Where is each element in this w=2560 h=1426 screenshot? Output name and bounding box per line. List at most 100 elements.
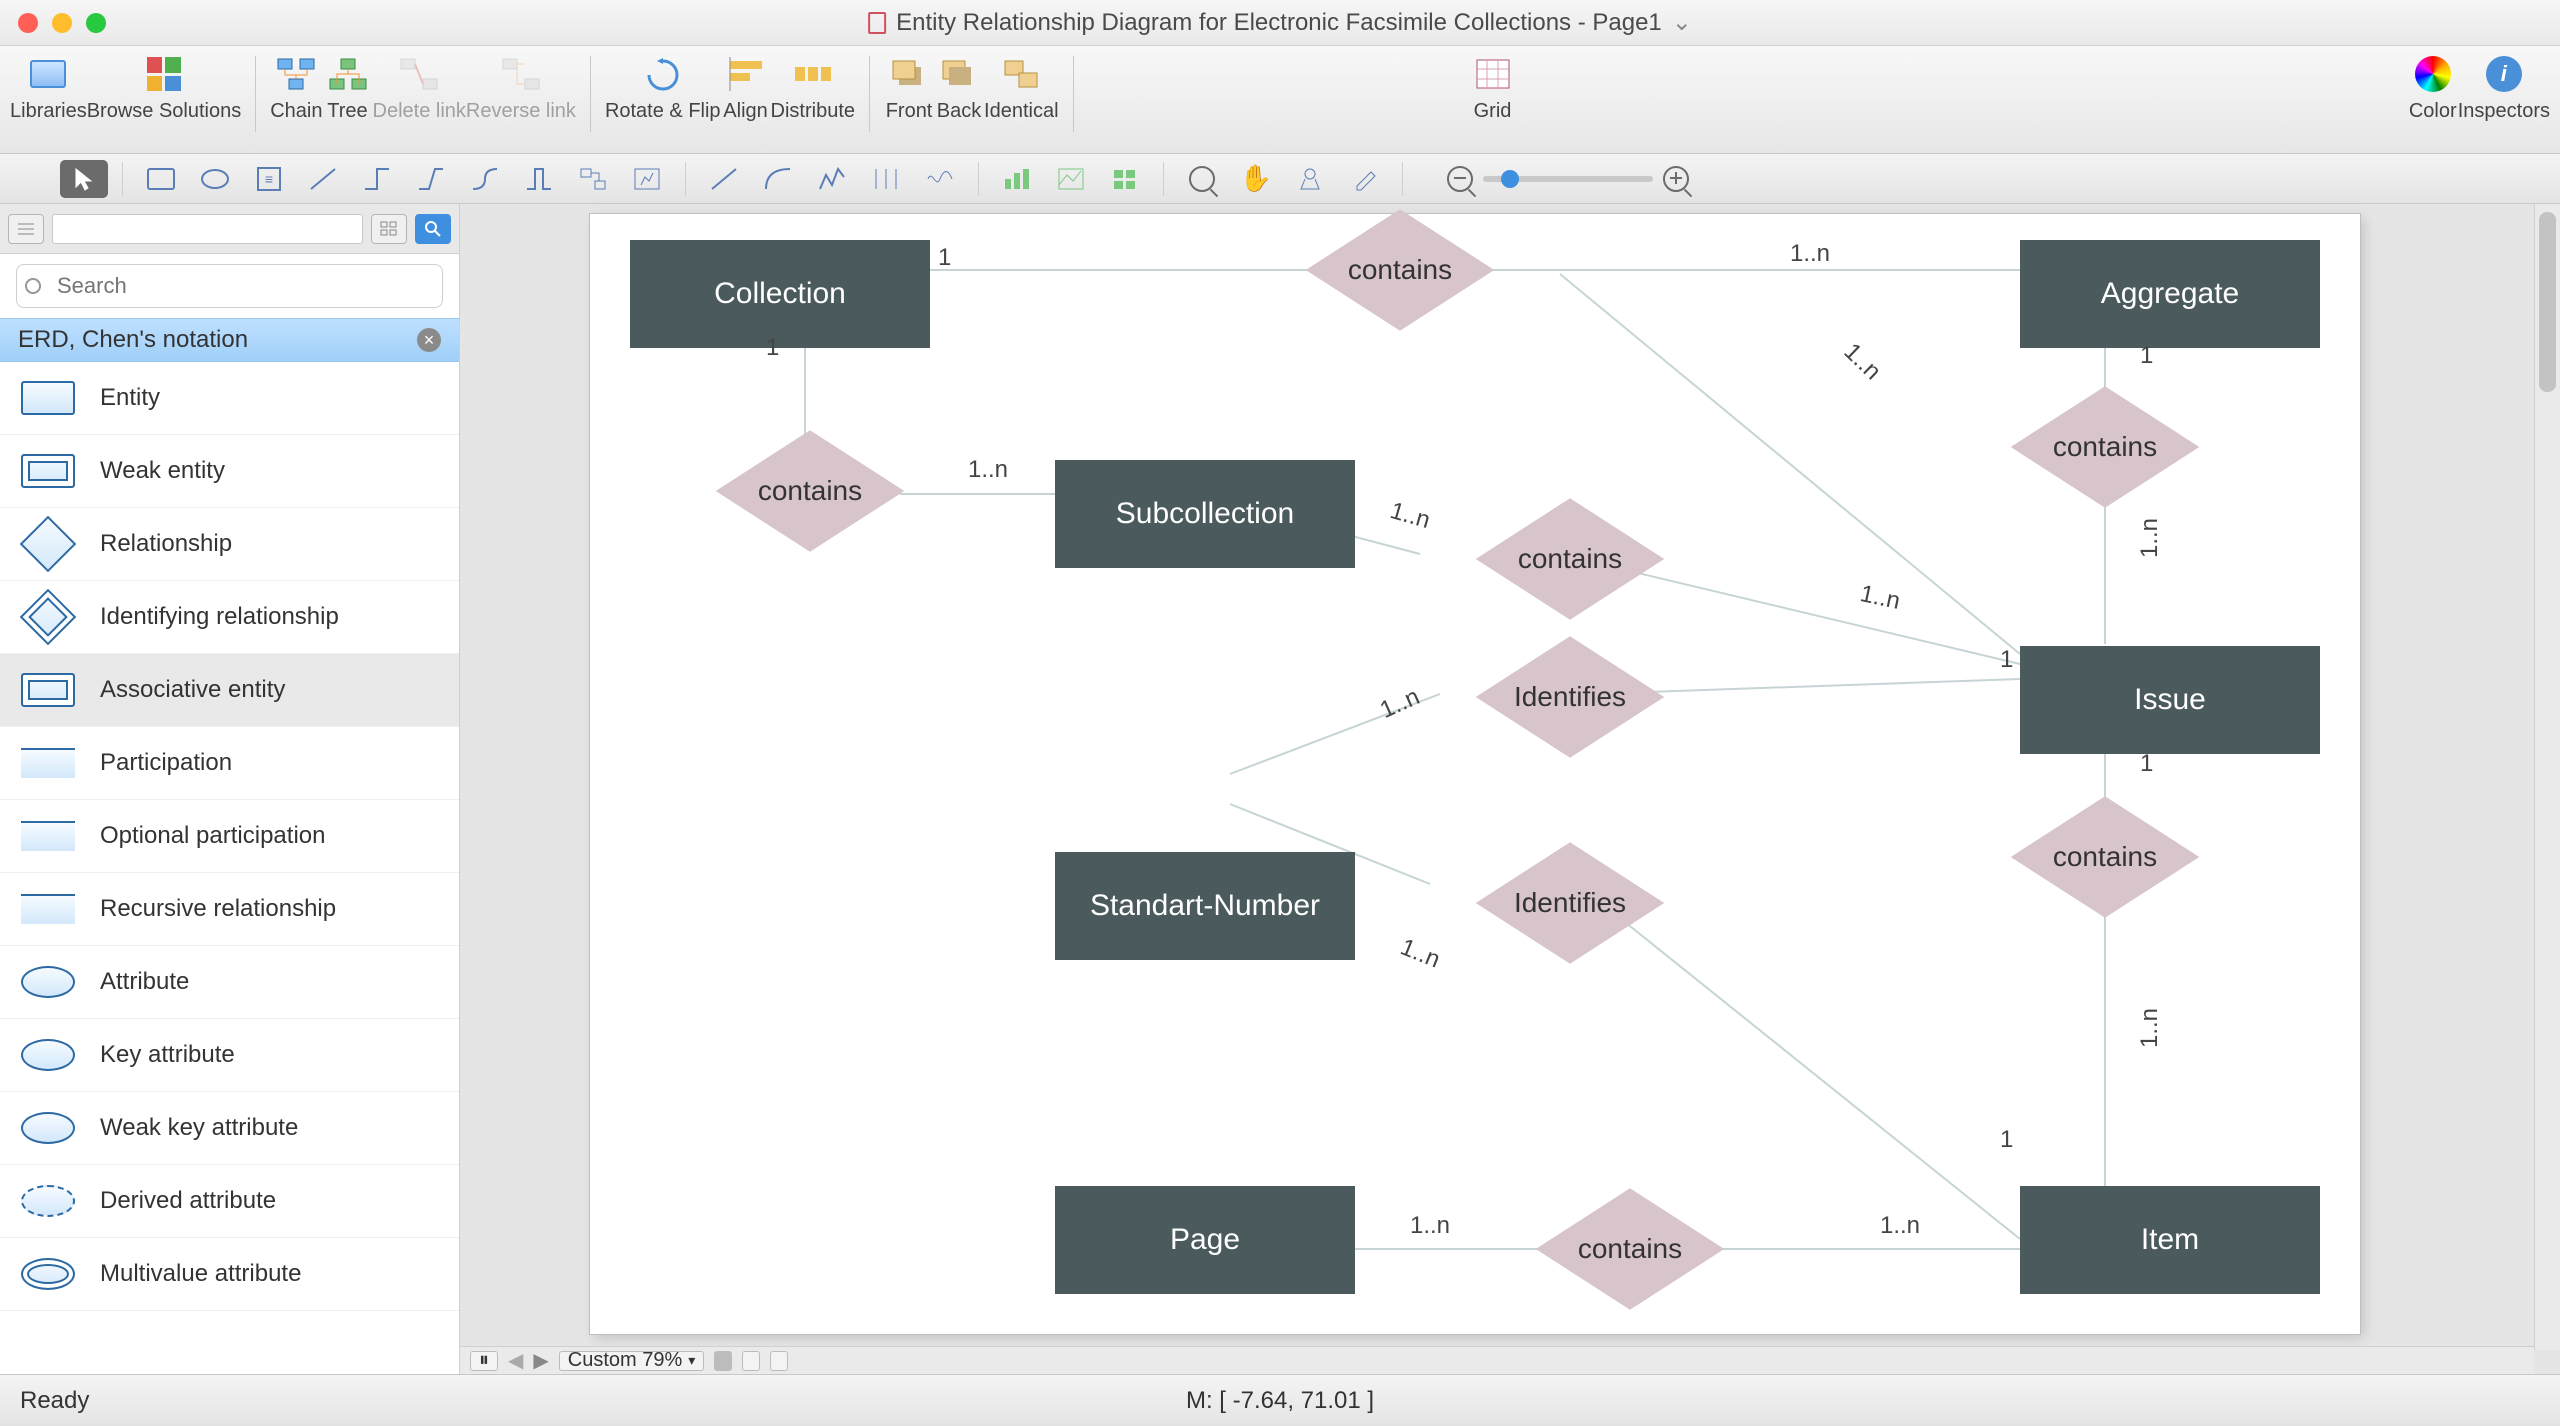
rotate-flip-button[interactable]: Rotate & Flip — [605, 52, 721, 123]
entity-subcollection[interactable]: Subcollection — [1055, 460, 1355, 568]
rel-contains-4[interactable]: contains — [1500, 516, 1640, 602]
insert-tool[interactable] — [623, 160, 671, 198]
libraries-button[interactable]: Libraries — [10, 52, 87, 123]
zoom-out-icon[interactable] — [1447, 166, 1473, 192]
eyedropper-tool[interactable] — [1340, 160, 1388, 198]
pointer-tool[interactable] — [60, 160, 108, 198]
identical-button[interactable]: Identical — [984, 52, 1059, 123]
color-button[interactable]: Color — [2408, 52, 2458, 123]
line-tool-1[interactable] — [700, 160, 748, 198]
sidebar-tab-outline[interactable] — [8, 214, 44, 244]
sidebar-item-entity[interactable]: Entity — [0, 362, 459, 435]
rel-contains-3[interactable]: contains — [2035, 404, 2175, 490]
line-tool-5[interactable] — [916, 160, 964, 198]
tree-button[interactable]: Tree — [323, 52, 373, 123]
inspectors-button[interactable]: i Inspectors — [2458, 52, 2550, 123]
close-category-icon[interactable]: × — [417, 328, 441, 352]
canvas-area[interactable]: Collection Aggregate Subcollection Issue… — [460, 204, 2560, 1374]
sidebar-tab-grid[interactable] — [371, 214, 407, 244]
search-input[interactable] — [16, 264, 443, 308]
sidebar-item-label: Entity — [100, 384, 160, 412]
reverse-link-label: Reverse link — [466, 100, 576, 123]
chart-tool-2[interactable] — [1047, 160, 1095, 198]
sidebar-item-weak-key-attribute[interactable]: Weak key attribute — [0, 1092, 459, 1165]
entity-aggregate[interactable]: Aggregate — [2020, 240, 2320, 348]
sidebar-item-key-attribute[interactable]: Key attribute — [0, 1019, 459, 1092]
sidebar-item-multivalue-attribute[interactable]: Multivalue attribute — [0, 1238, 459, 1311]
entity-page[interactable]: Page — [1055, 1186, 1355, 1294]
sidebar-item-identifying-relationship[interactable]: Identifying relationship — [0, 581, 459, 654]
chart-tool-1[interactable] — [993, 160, 1041, 198]
rel-contains-1[interactable]: contains — [1330, 227, 1470, 313]
rel-identifies-2[interactable]: Identifies — [1500, 860, 1640, 946]
connector-tool-4[interactable] — [461, 160, 509, 198]
zoom-level-selector[interactable]: Custom 79% ▾ — [559, 1351, 705, 1371]
sidebar-item-relationship[interactable]: Relationship — [0, 508, 459, 581]
connector-tool-2[interactable] — [353, 160, 401, 198]
color-label: Color — [2409, 100, 2457, 123]
distribute-button[interactable]: Distribute — [771, 52, 855, 123]
sidebar-item-label: Weak key attribute — [100, 1114, 298, 1142]
sidebar-item-associative-entity[interactable]: Associative entity — [0, 654, 459, 727]
zoom-in-tool[interactable] — [1178, 160, 1226, 198]
title-dropdown-icon[interactable]: ⌄ — [1672, 8, 1692, 37]
connector-tool-3[interactable] — [407, 160, 455, 198]
chain-button[interactable]: Chain — [270, 52, 322, 123]
line-tool-2[interactable] — [754, 160, 802, 198]
line-tool-4[interactable] — [862, 160, 910, 198]
sidebar-item-optional-participation[interactable]: Optional participation — [0, 800, 459, 873]
status-bar: Ready M: [ -7.64, 71.01 ] — [0, 1374, 2560, 1426]
entity-issue[interactable]: Issue — [2020, 646, 2320, 754]
pan-tool[interactable]: ✋ — [1232, 160, 1280, 198]
document-icon — [868, 12, 886, 34]
sidebar-item-attribute[interactable]: Attribute — [0, 946, 459, 1019]
grid-button[interactable]: Grid — [1468, 52, 1518, 123]
back-button[interactable]: Back — [934, 52, 984, 123]
vertical-scrollbar[interactable] — [2534, 204, 2560, 1350]
sidebar-item-weak-entity[interactable]: Weak entity — [0, 435, 459, 508]
rel-contains-2[interactable]: contains — [740, 448, 880, 534]
ellipse-tool[interactable] — [191, 160, 239, 198]
minimize-window-button[interactable] — [52, 13, 72, 33]
rel-contains-5[interactable]: contains — [2035, 814, 2175, 900]
connector-tool-1[interactable] — [299, 160, 347, 198]
pause-button[interactable]: ⏸ — [470, 1351, 498, 1371]
sidebar-item-recursive-relationship[interactable]: Recursive relationship — [0, 873, 459, 946]
page-thumb-2[interactable] — [742, 1351, 760, 1371]
page-thumb-1[interactable] — [714, 1351, 732, 1371]
shape-preview-icon — [18, 814, 78, 858]
card-4: 1 — [2140, 342, 2153, 370]
entity-collection[interactable]: Collection — [630, 240, 930, 348]
connector-tool-5[interactable] — [515, 160, 563, 198]
front-button[interactable]: Front — [884, 52, 934, 123]
main-toolbar: Libraries Browse Solutions Chain Tree De… — [0, 46, 2560, 154]
sidebar-item-participation[interactable]: Participation — [0, 727, 459, 800]
rel-contains-6[interactable]: contains — [1560, 1206, 1700, 1292]
rect-tool[interactable] — [137, 160, 185, 198]
maximize-window-button[interactable] — [86, 13, 106, 33]
delete-link-button[interactable]: Delete link — [373, 52, 466, 123]
text-tool[interactable]: ≡ — [245, 160, 293, 198]
zoom-in-icon[interactable] — [1663, 166, 1689, 192]
browse-solutions-button[interactable]: Browse Solutions — [87, 52, 242, 123]
snap-tool[interactable] — [1286, 160, 1334, 198]
next-page-button[interactable]: ▶ — [533, 1348, 548, 1373]
close-window-button[interactable] — [18, 13, 38, 33]
sidebar-category-header[interactable]: ERD, Chen's notation × — [0, 318, 459, 362]
prev-page-button[interactable]: ◀ — [508, 1348, 523, 1373]
align-label: Align — [723, 100, 767, 123]
align-button[interactable]: Align — [721, 52, 771, 123]
page-thumb-3[interactable] — [770, 1351, 788, 1371]
chart-tool-3[interactable] — [1101, 160, 1149, 198]
rel-identifies-1[interactable]: Identifies — [1500, 654, 1640, 740]
entity-standart-number[interactable]: Standart-Number — [1055, 852, 1355, 960]
zoom-slider[interactable] — [1483, 176, 1653, 182]
sidebar-filter-input[interactable] — [52, 214, 363, 244]
reverse-link-button[interactable]: Reverse link — [466, 52, 576, 123]
entity-item[interactable]: Item — [2020, 1186, 2320, 1294]
canvas-page[interactable]: Collection Aggregate Subcollection Issue… — [590, 214, 2360, 1334]
sidebar-tab-search[interactable] — [415, 214, 451, 244]
line-tool-3[interactable] — [808, 160, 856, 198]
connector-tool-6[interactable] — [569, 160, 617, 198]
sidebar-item-derived-attribute[interactable]: Derived attribute — [0, 1165, 459, 1238]
